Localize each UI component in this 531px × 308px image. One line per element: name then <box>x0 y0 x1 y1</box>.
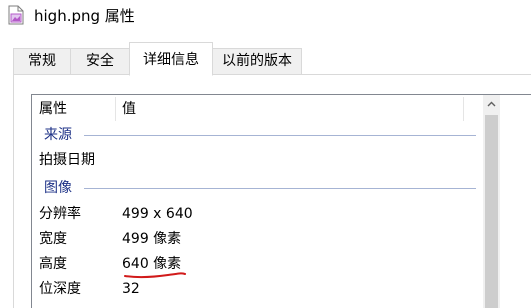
property-name: 拍摄日期 <box>39 152 95 168</box>
property-name: 高度 <box>39 256 67 272</box>
scroll-up-button[interactable] <box>483 95 500 112</box>
title-bar: high.png 属性 <box>0 0 531 34</box>
group-divider <box>84 135 476 136</box>
details-list[interactable]: 属性 值 来源 拍摄日期 图像 分辨率 499 x 640 宽度 499 像素 <box>31 94 531 308</box>
column-header-value[interactable]: 值 <box>122 95 136 123</box>
chevron-up-icon <box>487 101 496 106</box>
image-file-icon <box>8 5 24 25</box>
group-label: 图像 <box>44 180 72 196</box>
column-divider[interactable] <box>463 97 464 121</box>
property-value: 499 像素 <box>122 231 182 247</box>
vertical-scrollbar[interactable] <box>483 95 500 308</box>
property-value: 32 <box>122 281 140 297</box>
column-header-property[interactable]: 属性 <box>39 95 67 123</box>
tab-strip: 常规 安全 详细信息 以前的版本 <box>0 42 531 76</box>
tab-details[interactable]: 详细信息 <box>129 42 213 76</box>
group-header-image[interactable]: 图像 <box>32 176 502 200</box>
property-name: 宽度 <box>39 231 67 247</box>
window-title: high.png 属性 <box>34 7 135 25</box>
group-label: 来源 <box>44 127 72 143</box>
list-header: 属性 值 <box>32 95 502 123</box>
scroll-thumb[interactable] <box>485 115 498 308</box>
list-item[interactable]: 分辨率 499 x 640 <box>32 202 502 227</box>
property-name: 分辨率 <box>39 206 81 222</box>
group-divider <box>84 188 476 189</box>
tab-general[interactable]: 常规 <box>13 48 71 74</box>
property-name: 位深度 <box>39 281 81 297</box>
property-value: 499 x 640 <box>122 206 193 222</box>
tab-previous-versions[interactable]: 以前的版本 <box>212 48 302 74</box>
list-item[interactable]: 宽度 499 像素 <box>32 227 502 252</box>
tab-security[interactable]: 安全 <box>70 48 130 74</box>
list-item[interactable]: 位深度 32 <box>32 277 502 302</box>
list-item[interactable]: 拍摄日期 <box>32 148 502 173</box>
properties-dialog: high.png 属性 常规 安全 详细信息 以前的版本 属性 值 来源 拍摄日… <box>0 0 531 308</box>
column-divider[interactable] <box>115 97 116 121</box>
list-item[interactable]: 高度 640 像素 <box>32 252 502 279</box>
group-header-source[interactable]: 来源 <box>32 123 502 147</box>
